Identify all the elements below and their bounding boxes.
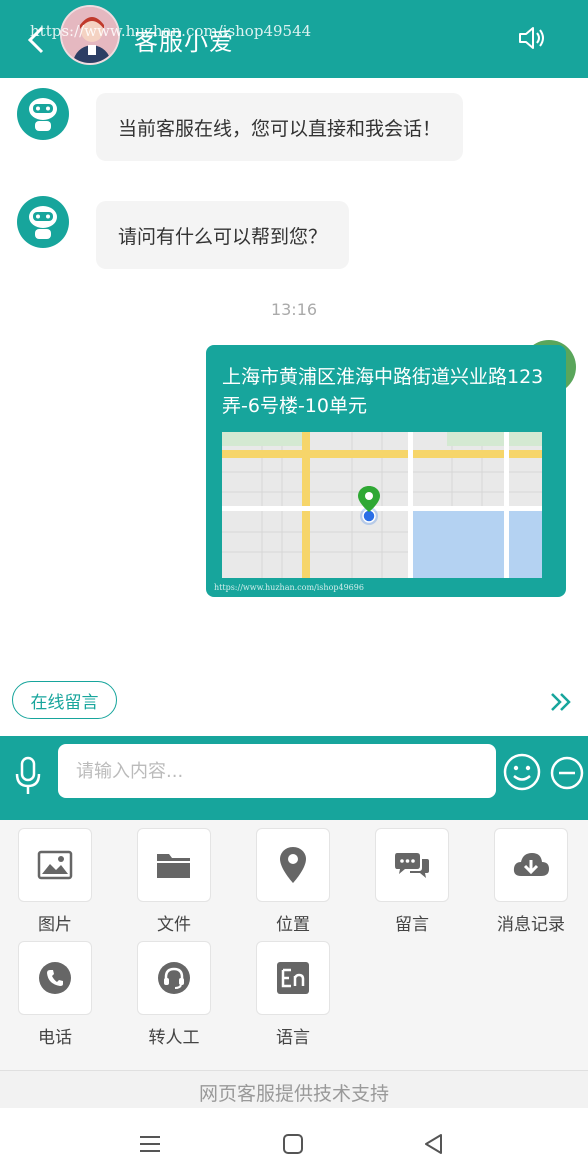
tool-label: 图片 <box>38 915 72 935</box>
leave-message-button[interactable]: 在线留言 <box>12 681 117 719</box>
location-pin-marker-icon <box>358 486 380 525</box>
tool-box <box>18 828 92 902</box>
location-message[interactable]: 上海市黄浦区淮海中路街道兴业路123弄-6号楼-10单元 https://www… <box>206 345 566 597</box>
watermark-text: https://www.huzhan.com/ishop49696 <box>214 583 364 592</box>
tool-label: 位置 <box>276 915 310 935</box>
system-back-button[interactable] <box>420 1130 448 1158</box>
tool-box <box>494 828 568 902</box>
tool-box <box>137 828 211 902</box>
minus-circle-icon <box>550 756 584 790</box>
folder-icon <box>157 854 191 878</box>
input-bar <box>0 736 588 820</box>
speaker-icon <box>519 27 544 49</box>
speaker-button[interactable] <box>516 22 548 54</box>
cloud-download-icon <box>513 853 549 876</box>
menu-icon <box>140 1136 160 1152</box>
tool-location[interactable]: 位置 <box>256 828 330 935</box>
tool-box <box>256 941 330 1015</box>
tools-panel: 图片 文件 位置 留言 消息记录 电话 转人工 语言 <box>0 820 588 1070</box>
phone-icon <box>39 962 71 994</box>
tool-label: 消息记录 <box>497 915 565 935</box>
voice-button[interactable] <box>12 754 44 798</box>
tool-phone[interactable]: 电话 <box>18 941 92 1048</box>
tool-message[interactable]: 留言 <box>375 828 449 935</box>
image-icon <box>37 850 73 880</box>
tool-history[interactable]: 消息记录 <box>494 828 568 935</box>
emoji-button[interactable] <box>502 752 542 792</box>
menu-button[interactable] <box>136 1130 164 1158</box>
back-triangle-icon <box>425 1134 442 1154</box>
tool-label: 语言 <box>276 1028 310 1048</box>
tool-transfer-agent[interactable]: 转人工 <box>137 941 211 1048</box>
double-chevron-right-icon <box>551 693 571 711</box>
agent-name: 客服小爱 <box>134 28 234 56</box>
robot-icon <box>29 206 57 239</box>
message-input[interactable] <box>58 744 496 798</box>
tool-box <box>375 828 449 902</box>
headset-icon <box>158 962 190 994</box>
agent-avatar[interactable] <box>60 5 120 65</box>
language-en-icon <box>277 962 309 994</box>
tool-box <box>18 941 92 1015</box>
map-preview[interactable] <box>222 432 542 578</box>
system-nav-bar <box>0 1108 588 1176</box>
location-address: 上海市黄浦区淮海中路街道兴业路123弄-6号楼-10单元 <box>222 366 544 417</box>
chevron-left-icon <box>27 26 44 54</box>
tool-label: 转人工 <box>148 1028 200 1048</box>
support-footer: 网页客服提供技术支持 <box>0 1070 588 1108</box>
smiley-icon <box>503 753 541 791</box>
back-button[interactable] <box>22 22 50 58</box>
tool-label: 电话 <box>38 1028 72 1048</box>
chat-area[interactable]: 当前客服在线，您可以直接和我会话！ 请问有什么可以帮到您？ 13:16 上海市黄… <box>0 78 588 736</box>
collapse-tools-button[interactable] <box>550 756 584 790</box>
tool-label: 文件 <box>157 915 191 935</box>
bot-avatar <box>17 88 69 140</box>
home-square-icon <box>283 1134 303 1154</box>
tool-box <box>256 828 330 902</box>
microphone-icon <box>15 756 41 794</box>
message-timestamp: 13:16 <box>270 300 318 319</box>
home-button[interactable] <box>279 1130 307 1158</box>
location-pin-icon <box>280 847 306 883</box>
tool-language[interactable]: 语言 <box>256 941 330 1048</box>
tool-box <box>137 941 211 1015</box>
tool-image[interactable]: 图片 <box>18 828 92 935</box>
chat-header: 客服小爱 https://www.huzhan.com/ishop49544 <box>0 0 588 78</box>
tool-label: 留言 <box>395 915 429 935</box>
chat-bubbles-icon <box>395 853 429 878</box>
robot-icon <box>29 98 57 131</box>
message-bubble: 当前客服在线，您可以直接和我会话！ <box>96 93 464 161</box>
message-bubble: 请问有什么可以帮到您？ <box>96 201 350 269</box>
bot-avatar <box>17 196 69 248</box>
tool-file[interactable]: 文件 <box>137 828 211 935</box>
more-button[interactable] <box>548 690 574 714</box>
